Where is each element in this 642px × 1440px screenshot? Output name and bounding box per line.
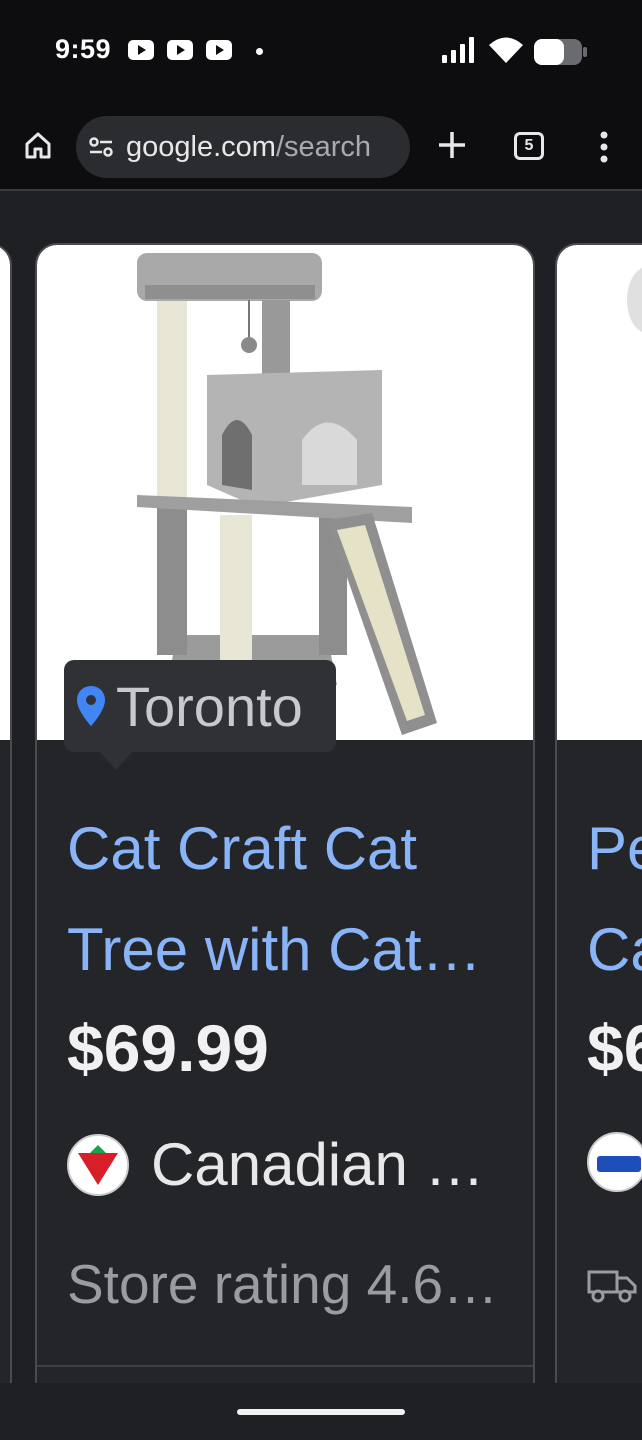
- status-bar: 9:59: [0, 0, 642, 105]
- gesture-nav-bar: [0, 1383, 642, 1440]
- product-title[interactable]: Pe Ca: [587, 798, 642, 1000]
- product-price: $6: [587, 1011, 642, 1085]
- product-card[interactable]: Cat Craft Cat Tree with Cat… $69.99 Cana…: [35, 243, 535, 1383]
- clock: 9:59: [55, 34, 112, 64]
- store-rating: Store rating 4.6…: [67, 1253, 499, 1315]
- youtube-icon: [128, 40, 154, 60]
- product-title[interactable]: Cat Craft Cat Tree with Cat…: [67, 798, 517, 1000]
- product-image: [557, 245, 642, 740]
- product-title-line: Tree with Cat…: [67, 916, 482, 983]
- address-bar[interactable]: google.com/search: [76, 116, 410, 178]
- wifi-icon: [489, 37, 523, 63]
- browser-toolbar: google.com/search 5: [0, 105, 642, 191]
- canadian-tire-logo: [67, 1133, 129, 1196]
- product-card-next[interactable]: Pe Ca $6: [555, 243, 642, 1383]
- youtube-icon: [167, 40, 193, 60]
- youtube-icon: [206, 40, 232, 60]
- product-image: [0, 245, 10, 740]
- url-path: /search: [275, 130, 372, 163]
- battery-icon: [534, 39, 587, 65]
- plus-icon[interactable]: [434, 127, 470, 163]
- truck-icon: [587, 1270, 637, 1303]
- store-name: Canadian …: [151, 1131, 485, 1198]
- home-button[interactable]: [20, 127, 56, 163]
- home-gesture-handle[interactable]: [237, 1409, 405, 1415]
- tune-icon[interactable]: [88, 134, 114, 160]
- shopping-carousel: Cat Craft Cat Tree with Cat… $69.99 Cana…: [0, 193, 642, 1383]
- store-logo: [587, 1132, 642, 1192]
- location-text: Toronto: [116, 674, 303, 738]
- home-icon: [25, 132, 51, 159]
- store-row: Canadian …: [67, 1130, 485, 1199]
- product-title-line: Cat Craft Cat: [67, 815, 418, 882]
- location-tag: Toronto: [64, 660, 336, 770]
- url-host: google.com: [126, 130, 276, 163]
- store-logo-icon: [78, 1144, 118, 1185]
- more-notifications-dot: [256, 48, 263, 55]
- location-pin-icon: [77, 686, 105, 726]
- product-card-previous[interactable]: [0, 243, 12, 1383]
- more-vert-icon[interactable]: [596, 127, 612, 167]
- signal-icon: [442, 37, 474, 63]
- tab-switcher-button[interactable]: 5: [514, 132, 544, 160]
- product-price: $69.99: [67, 1011, 269, 1085]
- divider: [37, 1365, 533, 1367]
